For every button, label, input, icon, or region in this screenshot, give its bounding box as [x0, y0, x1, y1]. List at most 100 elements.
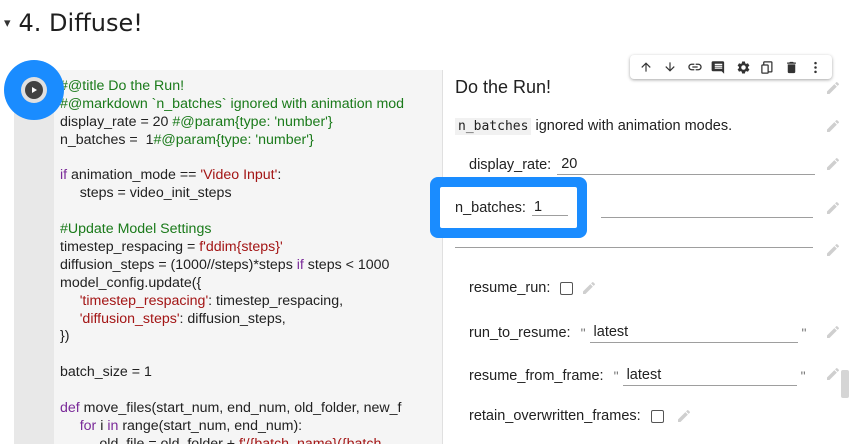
code-token: 'Video Input'	[200, 167, 278, 184]
code-line[interactable]	[60, 203, 404, 221]
edit-pencil-icon[interactable]	[823, 154, 843, 174]
code-token: timestep_respacing =	[60, 239, 200, 256]
resume-from-frame-label: resume_from_frame:	[469, 367, 604, 384]
edit-pencil-icon[interactable]	[823, 322, 843, 342]
code-token: in	[107, 417, 119, 434]
code-line[interactable]: 'diffusion_steps': diffusion_steps,	[60, 311, 404, 329]
arrow-down-icon[interactable]	[660, 57, 680, 77]
display-rate-label: display_rate:	[469, 156, 552, 173]
code-line[interactable]: steps = video_init_steps	[60, 185, 404, 203]
mirror-cell-icon[interactable]	[757, 57, 777, 77]
form-title: Do the Run!	[455, 77, 552, 97]
resume-run-field: resume_run:	[469, 280, 597, 296]
form-panel: Do the Run! n_batches ignored with anima…	[442, 70, 852, 444]
code-line[interactable]	[60, 346, 404, 364]
divider-line	[455, 247, 813, 248]
code-line[interactable]	[60, 150, 404, 168]
close-quote: "	[801, 324, 807, 341]
code-line[interactable]: #@title Do the Run!	[60, 78, 404, 96]
code-line[interactable]	[60, 382, 404, 400]
code-token: for	[79, 417, 97, 434]
resume-from-frame-input[interactable]	[622, 365, 797, 386]
run-to-resume-input[interactable]	[589, 322, 798, 343]
gear-icon[interactable]	[733, 57, 753, 77]
cell-toolbar	[630, 55, 832, 79]
code-line[interactable]: #Update Model Settings	[60, 221, 404, 239]
edit-pencil-icon[interactable]	[581, 280, 597, 296]
edit-pencil-icon[interactable]	[823, 240, 843, 260]
code-token: #@title Do the Run!	[60, 78, 185, 94]
code-token: animation_mode ==	[67, 167, 201, 184]
run-to-resume-label: run_to_resume:	[469, 324, 571, 341]
code-token: : timestep_respacing,	[208, 292, 344, 309]
edit-pencil-icon[interactable]	[823, 364, 843, 384]
link-icon[interactable]	[685, 57, 705, 77]
markdown-text: ignored with animation modes.	[531, 118, 733, 134]
code-token: move_files(start_num, end_num, old_folde…	[79, 400, 402, 417]
more-vert-icon[interactable]	[806, 57, 826, 77]
code-line[interactable]: model_config.update({	[60, 275, 404, 293]
edit-pencil-icon[interactable]	[823, 116, 843, 136]
code-line[interactable]: display_rate = 20 #@param{type: 'number'…	[60, 114, 404, 132]
code-token: batch_size = 1	[60, 364, 152, 381]
n-batches-highlight: n_batches: 1	[430, 177, 587, 238]
code-token: i	[96, 417, 108, 434]
n-batches-input[interactable]: 1	[531, 199, 568, 216]
display-rate-field: display_rate:	[469, 154, 816, 175]
code-line[interactable]: for i in range(start_num, end_num):	[60, 418, 404, 436]
edit-pencil-icon[interactable]	[676, 408, 692, 424]
code-token: def	[60, 400, 80, 417]
scrollbar-thumb[interactable]	[841, 370, 849, 398]
code-token: f'/{batch_name}({batch	[239, 435, 382, 444]
code-line[interactable]: n_batches = 1#@param{type: 'number'}	[60, 132, 404, 150]
code-line[interactable]: if animation_mode == 'Video Input':	[60, 167, 404, 185]
code-token: steps < 1000	[303, 256, 390, 273]
code-token: if	[296, 256, 304, 273]
code-lines[interactable]: #@title Do the Run! #@markdown `n_batches…	[60, 78, 404, 444]
code-token: f'ddim{steps}'	[199, 239, 283, 256]
trash-icon[interactable]	[782, 57, 802, 77]
code-line[interactable]: def move_files(start_num, end_num, old_f…	[60, 400, 404, 418]
open-quote: "	[613, 367, 619, 384]
code-editor[interactable]: #@title Do the Run! #@markdown `n_batches…	[54, 70, 442, 444]
run-cell-button[interactable]	[4, 60, 64, 120]
code-line[interactable]: })	[60, 328, 404, 346]
code-line[interactable]: old_file = old_folder + f'/{batch_name}(…	[60, 436, 404, 444]
n-batches-underline	[601, 217, 813, 218]
comment-icon[interactable]	[709, 57, 729, 77]
section-title: 4. Diffuse!	[18, 9, 143, 37]
code-line[interactable]: batch_size = 1	[60, 364, 404, 382]
code-token: 'diffusion_steps'	[79, 310, 180, 327]
code-token: #@param{type: 'number'}	[172, 113, 333, 130]
run-to-resume-field: run_to_resume: " "	[469, 322, 811, 343]
edit-pencil-icon[interactable]	[823, 198, 843, 218]
display-rate-input[interactable]	[557, 154, 816, 175]
retain-overwritten-frames-field: retain_overwritten_frames:	[469, 408, 692, 424]
code-cell: #@title Do the Run! #@markdown `n_batches…	[14, 70, 852, 444]
code-token: #@param{type: 'number'}	[153, 131, 314, 148]
collapse-caret-icon[interactable]: ▾	[4, 15, 11, 31]
form-markdown: n_batches ignored with animation modes.	[455, 118, 733, 135]
open-quote: "	[580, 324, 586, 341]
code-line[interactable]: diffusion_steps = (1000//steps)*steps if…	[60, 257, 404, 275]
code-token: })	[60, 328, 70, 345]
resume-run-label: resume_run:	[469, 280, 551, 296]
resume-from-frame-field: resume_from_frame: " "	[469, 365, 810, 386]
edit-pencil-icon[interactable]	[823, 78, 843, 98]
section-header[interactable]: ▾ 4. Diffuse!	[4, 6, 143, 40]
code-token: #Update Model Settings	[60, 221, 212, 238]
close-quote: "	[800, 367, 806, 384]
n-batches-field: n_batches: 1	[440, 187, 577, 228]
retain-overwritten-frames-checkbox[interactable]	[650, 409, 664, 423]
resume-run-checkbox[interactable]	[560, 281, 574, 295]
code-token: display_rate = 20	[60, 113, 173, 130]
play-icon	[25, 81, 43, 99]
code-line[interactable]: #@markdown `n_batches` ignored with anim…	[60, 96, 404, 114]
code-line[interactable]: timestep_respacing = f'ddim{steps}'	[60, 239, 404, 257]
n-batches-label: n_batches:	[455, 199, 526, 216]
code-line[interactable]: 'timestep_respacing': timestep_respacing…	[60, 293, 404, 311]
arrow-up-icon[interactable]	[636, 57, 656, 77]
